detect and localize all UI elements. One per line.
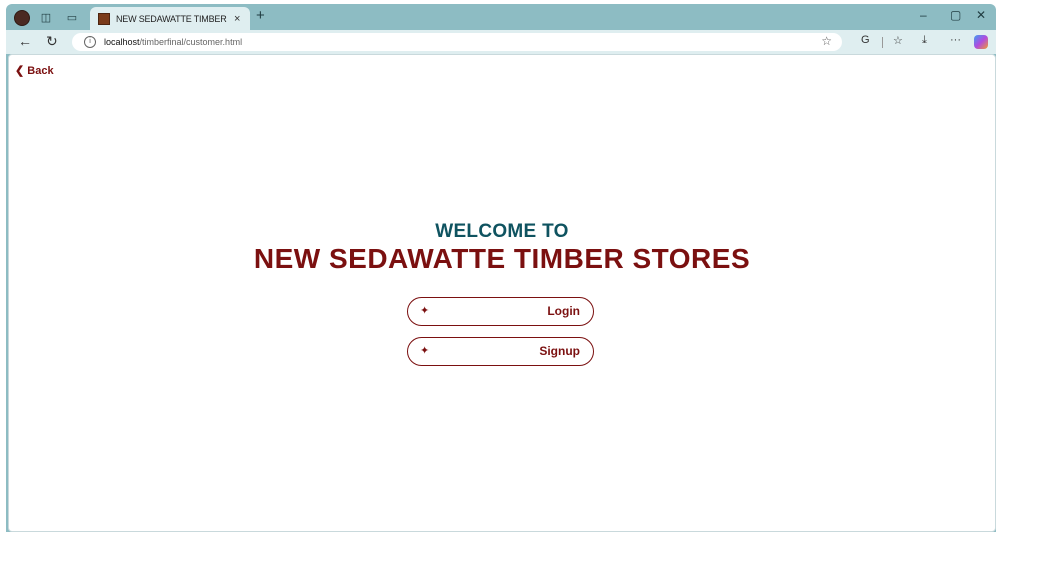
- profile-avatar-icon[interactable]: [14, 10, 30, 26]
- browser-toolbar: ← ↻ i localhost /timberfinal/customer.ht…: [6, 30, 996, 54]
- signup-button[interactable]: ✦ Signup: [407, 337, 594, 366]
- maximize-button[interactable]: ▢: [950, 8, 961, 22]
- login-label: Login: [547, 304, 580, 318]
- toolbar-divider: [882, 37, 883, 48]
- browser-window: ◫ ▭ NEW SEDAWATTE TIMBER STORE × + – ▢ ✕…: [6, 4, 996, 532]
- welcome-heading: WELCOME TO: [435, 221, 569, 242]
- back-arrow-icon[interactable]: ←: [18, 33, 32, 49]
- login-button[interactable]: ✦ Login: [407, 297, 594, 326]
- downloads-icon[interactable]: ⤓: [922, 34, 927, 47]
- url-path: /timberfinal/customer.html: [139, 37, 243, 47]
- favorite-star-icon[interactable]: ☆: [821, 34, 832, 48]
- page-viewport: ❮ Back WELCOME TO NEW SEDAWATTE TIMBER S…: [8, 54, 996, 532]
- more-options-icon[interactable]: ···: [950, 34, 961, 46]
- workspaces-icon[interactable]: ◫: [38, 9, 54, 25]
- reload-icon[interactable]: ↻: [46, 33, 58, 50]
- signup-label: Signup: [539, 344, 580, 358]
- browser-extension-icon[interactable]: G: [861, 34, 870, 46]
- back-link[interactable]: ❮ Back: [15, 64, 54, 77]
- tab-actions-icon[interactable]: ▭: [64, 9, 80, 25]
- copilot-icon[interactable]: [974, 35, 988, 49]
- sparkle-icon: ✦: [420, 345, 430, 357]
- tab-close-icon[interactable]: ×: [234, 13, 240, 25]
- new-tab-button[interactable]: +: [256, 7, 265, 24]
- minimize-button[interactable]: –: [920, 8, 927, 22]
- url-host: localhost: [104, 37, 140, 47]
- tab-title: NEW SEDAWATTE TIMBER STORE: [116, 13, 228, 24]
- sparkle-icon: ✦: [420, 305, 430, 317]
- store-name-heading: NEW SEDAWATTE TIMBER STORES: [253, 243, 751, 274]
- tab-strip: ◫ ▭ NEW SEDAWATTE TIMBER STORE × + – ▢ ✕: [6, 4, 996, 30]
- favorites-icon[interactable]: ☆: [893, 34, 903, 47]
- site-info-icon[interactable]: i: [84, 36, 96, 48]
- close-window-button[interactable]: ✕: [976, 8, 986, 22]
- site-favicon-icon: [98, 12, 110, 25]
- tab-active[interactable]: NEW SEDAWATTE TIMBER STORE ×: [90, 7, 250, 30]
- address-bar[interactable]: i localhost /timberfinal/customer.html ☆: [72, 33, 842, 51]
